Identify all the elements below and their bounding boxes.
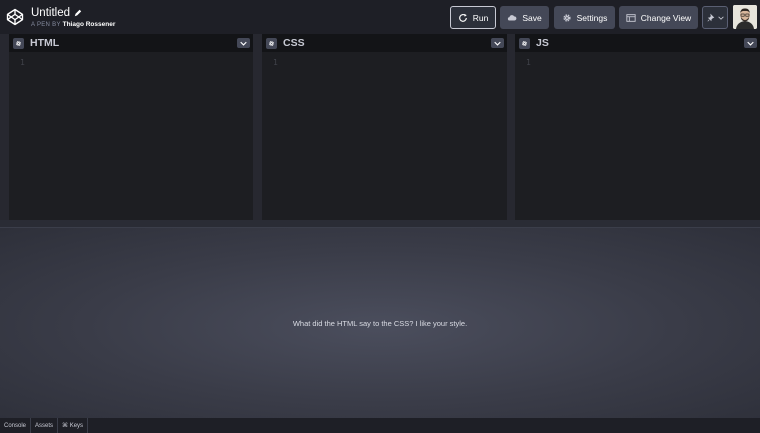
author-name[interactable]: Thiago Rossener [63, 21, 116, 28]
pin-icon [707, 13, 714, 22]
settings-button[interactable]: Settings [554, 6, 615, 29]
js-code-input[interactable]: 1 [515, 52, 760, 218]
pencil-icon[interactable] [74, 9, 82, 17]
pin-menu-button[interactable] [702, 6, 728, 29]
line-number: 1 [273, 58, 278, 67]
pen-title-block: Untitled A PEN BY Thiago Rossener [31, 7, 115, 28]
run-label: Run [472, 12, 489, 23]
run-button[interactable]: Run [450, 6, 496, 29]
keys-tab[interactable]: ⌘ Keys [58, 418, 89, 433]
html-code-input[interactable]: 1 [9, 52, 253, 218]
editor-area: HTML 1 CSS 1 JS 1 [0, 34, 760, 220]
js-editor-panel: JS 1 [515, 34, 760, 220]
assets-tab[interactable]: Assets [31, 418, 59, 433]
codepen-logo-icon[interactable] [6, 8, 24, 26]
css-editor-panel: CSS 1 [262, 34, 507, 220]
js-panel-title: JS [536, 37, 549, 49]
css-settings-gear-icon[interactable] [266, 37, 277, 49]
html-editor-panel: HTML 1 [9, 34, 253, 220]
save-label: Save [522, 12, 542, 23]
html-panel-title: HTML [30, 37, 60, 49]
cloud-icon [508, 14, 517, 20]
change-view-button[interactable]: Change View [619, 6, 698, 29]
header-bar: Untitled A PEN BY Thiago Rossener Run Sa… [0, 0, 760, 34]
html-settings-gear-icon[interactable] [13, 37, 24, 49]
js-panel-chevron-down-icon[interactable] [744, 38, 757, 48]
html-panel-header: HTML [9, 34, 253, 52]
byline-prefix: A PEN BY [31, 21, 61, 28]
settings-label: Settings [576, 12, 608, 23]
console-tab[interactable]: Console [0, 418, 32, 433]
line-number: 1 [526, 58, 531, 67]
refresh-icon [458, 13, 467, 22]
gear-icon [563, 13, 571, 22]
avatar-image [733, 5, 757, 29]
css-panel-chevron-down-icon[interactable] [491, 38, 504, 48]
chevron-down-icon [717, 16, 724, 20]
css-code-input[interactable]: 1 [262, 52, 507, 218]
css-panel-title: CSS [283, 37, 305, 49]
byline: A PEN BY Thiago Rossener [31, 21, 115, 28]
resize-handle[interactable] [0, 220, 760, 228]
save-button[interactable]: Save [500, 6, 549, 29]
js-panel-header: JS [515, 34, 760, 52]
js-settings-gear-icon[interactable] [519, 37, 530, 49]
preview-pane: What did the HTML say to the CSS? I like… [0, 228, 760, 418]
avatar[interactable] [733, 5, 757, 29]
layout-icon [626, 13, 636, 22]
footer-bar: Console Assets ⌘ Keys [0, 418, 760, 433]
css-panel-header: CSS [262, 34, 507, 52]
change-view-label: Change View [640, 12, 692, 23]
preview-text: What did the HTML say to the CSS? I like… [292, 318, 468, 328]
line-number: 1 [20, 58, 25, 67]
html-panel-chevron-down-icon[interactable] [237, 38, 250, 48]
pen-title[interactable]: Untitled [31, 7, 70, 19]
